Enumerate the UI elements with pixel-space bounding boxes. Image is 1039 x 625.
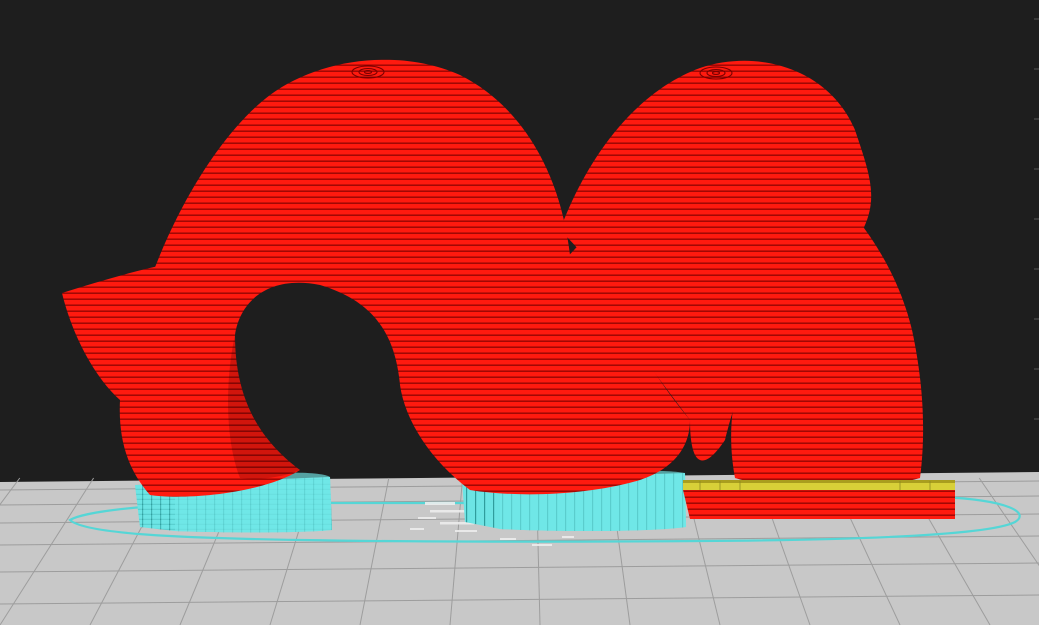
scroll-tick-icon: [1034, 418, 1039, 420]
scroll-tick-icon: [1034, 68, 1039, 70]
scroll-tick-icon: [1034, 118, 1039, 120]
scroll-tick-icon: [1034, 218, 1039, 220]
scroll-tick-icon: [1034, 318, 1039, 320]
model-tube: [62, 59, 924, 497]
scroll-tick-icon: [1034, 268, 1039, 270]
3d-scene[interactable]: [0, 0, 1039, 625]
scroll-tick-icon: [1034, 168, 1039, 170]
layer-preview-viewport[interactable]: [0, 0, 1039, 625]
scroll-tick-icon: [1034, 368, 1039, 370]
base-pad: [683, 480, 955, 519]
scroll-tick-icon: [1034, 18, 1039, 20]
